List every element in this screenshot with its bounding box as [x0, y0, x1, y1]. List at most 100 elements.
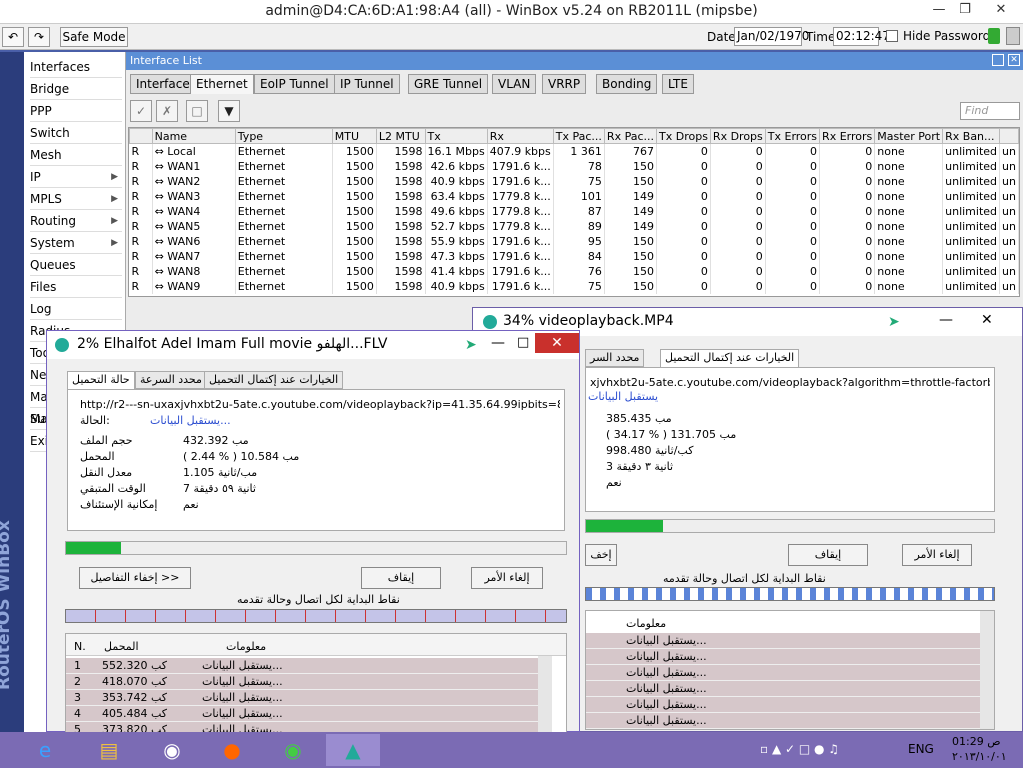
- tray-icons[interactable]: ▫ ▲ ✓ □ ● ♫: [760, 742, 839, 756]
- list-item[interactable]: 3 كب 353.742 يستقبل البيانات...: [66, 690, 540, 706]
- list-item[interactable]: يستقبل البيانات...: [586, 697, 980, 713]
- tab-interface[interactable]: Interface: [130, 74, 196, 94]
- menu-item-mpls[interactable]: MPLS ▶: [30, 188, 122, 210]
- menu-item-mesh[interactable]: Mesh: [30, 144, 122, 166]
- hide-details-button[interactable]: إخفاء التفاصيل >>: [79, 567, 191, 589]
- tab-eoip-tunnel[interactable]: EoIP Tunnel: [254, 74, 335, 94]
- list-item[interactable]: يستقبل البيانات...: [586, 649, 980, 665]
- table-row[interactable]: R ⇔ WAN9 Ethernet 1500 1598 40.9 kbps 1791.6 k…: [129, 278, 1019, 294]
- tab-speed[interactable]: محدد السر: [585, 349, 645, 367]
- list-item[interactable]: يستقبل البيانات...: [586, 665, 980, 681]
- menu-item-system[interactable]: System ▶: [30, 232, 122, 254]
- menu-item-bridge[interactable]: Bridge: [30, 78, 122, 100]
- column-header[interactable]: Master Port: [874, 128, 944, 144]
- table-row[interactable]: R ⇔ WAN5 Ethernet 1500 1598 52.7 kbps 1779.8 k…: [129, 218, 1019, 234]
- language-indicator[interactable]: ENG: [908, 742, 934, 756]
- pause-button[interactable]: إيقاف: [788, 544, 868, 566]
- safe-mode-button[interactable]: Safe Mode: [60, 27, 128, 47]
- table-row[interactable]: R ⇔ WAN4 Ethernet 1500 1598 49.6 kbps 1779.8 k…: [129, 203, 1019, 219]
- menu-item-ppp[interactable]: PPP: [30, 100, 122, 122]
- table-row[interactable]: R ⇔ WAN3 Ethernet 1500 1598 63.4 kbps 1779.8 k…: [129, 188, 1019, 204]
- column-header[interactable]: [129, 128, 153, 144]
- list-item[interactable]: يستقبل البيانات...: [586, 681, 980, 697]
- clock-time[interactable]: 01:29 ص: [952, 735, 1001, 748]
- comment-icon[interactable]: □: [186, 100, 208, 122]
- hide-passwords-checkbox[interactable]: [886, 30, 898, 42]
- column-header[interactable]: [999, 128, 1019, 144]
- table-row[interactable]: R ⇔ WAN8 Ethernet 1500 1598 41.4 kbps 1791.6 k…: [129, 263, 1019, 279]
- tab-speed[interactable]: محدد السرعة: [135, 371, 207, 389]
- close-icon[interactable]: ✕: [1008, 54, 1020, 66]
- column-header[interactable]: Rx: [486, 128, 554, 144]
- list-item[interactable]: 1 كب 552.320 يستقبل البيانات...: [66, 658, 540, 674]
- tab-bonding[interactable]: Bonding: [596, 74, 658, 94]
- menu-item-queues[interactable]: Queues: [30, 254, 122, 276]
- column-header[interactable]: Rx Ban...: [942, 128, 1001, 144]
- column-header[interactable]: MTU: [331, 128, 377, 144]
- table-row[interactable]: R ⇔ WAN6 Ethernet 1500 1598 55.9 kbps 1791.6 k…: [129, 233, 1019, 249]
- minimize-button[interactable]: —: [491, 335, 505, 351]
- column-header[interactable]: Tx: [424, 128, 488, 144]
- disable-icon[interactable]: ✗: [156, 100, 178, 122]
- redo-icon[interactable]: ↷: [28, 27, 50, 47]
- table-row[interactable]: R ⇔ WAN1 Ethernet 1500 1598 42.6 kbps 1791.6 k…: [129, 158, 1019, 174]
- menu-item-ip[interactable]: IP ▶: [30, 166, 122, 188]
- column-header[interactable]: Name: [151, 128, 236, 144]
- tab-vrrp[interactable]: VRRP: [542, 74, 587, 94]
- explorer-icon[interactable]: ▤: [82, 734, 136, 766]
- minimize-button[interactable]: —: [926, 2, 952, 20]
- scrollbar[interactable]: [980, 611, 994, 729]
- chrome-icon[interactable]: ◉: [266, 734, 320, 766]
- tab-ip-tunnel[interactable]: IP Tunnel: [334, 74, 400, 94]
- tab-vlan[interactable]: VLAN: [492, 74, 537, 94]
- close-button[interactable]: ✕: [988, 2, 1014, 20]
- undo-icon[interactable]: ↶: [2, 27, 24, 47]
- pause-button[interactable]: إيقاف: [361, 567, 441, 589]
- menu-item-routing[interactable]: Routing ▶: [30, 210, 122, 232]
- column-header[interactable]: Rx Drops: [709, 128, 766, 144]
- cancel-button[interactable]: إلغاء الأمر: [902, 544, 972, 566]
- minimize-button[interactable]: —: [939, 312, 953, 328]
- list-item[interactable]: يستقبل البيانات...: [586, 713, 980, 729]
- tab-ethernet[interactable]: Ethernet: [190, 74, 254, 94]
- cancel-button[interactable]: إلغاء الأمر: [471, 567, 543, 589]
- filter-icon[interactable]: ▼: [218, 100, 240, 122]
- column-header[interactable]: Rx Errors: [819, 128, 876, 144]
- menu-item-interfaces[interactable]: Interfaces: [30, 56, 122, 78]
- tab-status[interactable]: حالة التحميل: [67, 371, 135, 389]
- table-row[interactable]: R ⇔ WAN7 Ethernet 1500 1598 47.3 kbps 1791.6 k…: [129, 248, 1019, 264]
- maximize-button[interactable]: □: [517, 335, 529, 350]
- menu-item-switch[interactable]: Switch: [30, 122, 122, 144]
- list-item[interactable]: 2 كب 418.070 يستقبل البيانات...: [66, 674, 540, 690]
- ie-icon[interactable]: e: [18, 734, 72, 766]
- find-input[interactable]: Find: [960, 102, 1020, 120]
- maximize-button[interactable]: ❐: [952, 2, 978, 20]
- tile-icon[interactable]: [1006, 27, 1020, 45]
- column-header[interactable]: Type: [234, 128, 333, 144]
- idm-taskbar-icon[interactable]: ▲: [326, 734, 380, 766]
- table-row[interactable]: R ⇔ Local Ethernet 1500 1598 16.1 Mbps 407.9 k…: [129, 143, 1019, 159]
- scrollbar[interactable]: [538, 656, 552, 732]
- firefox-icon[interactable]: ●: [205, 734, 259, 766]
- column-header[interactable]: Rx Pac...: [603, 128, 658, 144]
- clock-date[interactable]: ٢٠١٣/١٠/٠١: [952, 750, 1007, 763]
- hide-button[interactable]: إخف: [585, 544, 617, 566]
- table-row[interactable]: R ⇔ WAN2 Ethernet 1500 1598 40.9 kbps 1791.6 k…: [129, 173, 1019, 189]
- restore-icon[interactable]: [992, 54, 1004, 66]
- menu-item-files[interactable]: Files: [30, 276, 122, 298]
- column-header[interactable]: Tx Drops: [656, 128, 711, 144]
- column-header[interactable]: Tx Pac...: [552, 128, 605, 144]
- list-item[interactable]: يستقبل البيانات...: [586, 633, 980, 649]
- column-header[interactable]: Tx Errors: [764, 128, 821, 144]
- close-button[interactable]: ✕: [535, 333, 579, 353]
- tab-gre-tunnel[interactable]: GRE Tunnel: [408, 74, 489, 94]
- tab-lte[interactable]: LTE: [662, 74, 694, 94]
- tab-options[interactable]: الخيارات عند إكتمال التحميل: [204, 371, 344, 389]
- tab-options[interactable]: الخيارات عند إكتمال التحميل: [660, 349, 800, 367]
- enable-icon[interactable]: ✓: [130, 100, 152, 122]
- close-button[interactable]: ✕: [981, 312, 993, 328]
- list-item[interactable]: 4 كب 405.484 يستقبل البيانات...: [66, 706, 540, 722]
- winbox-icon[interactable]: ◉: [145, 734, 199, 766]
- menu-item-log[interactable]: Log: [30, 298, 122, 320]
- column-header[interactable]: L2 MTU: [375, 128, 426, 144]
